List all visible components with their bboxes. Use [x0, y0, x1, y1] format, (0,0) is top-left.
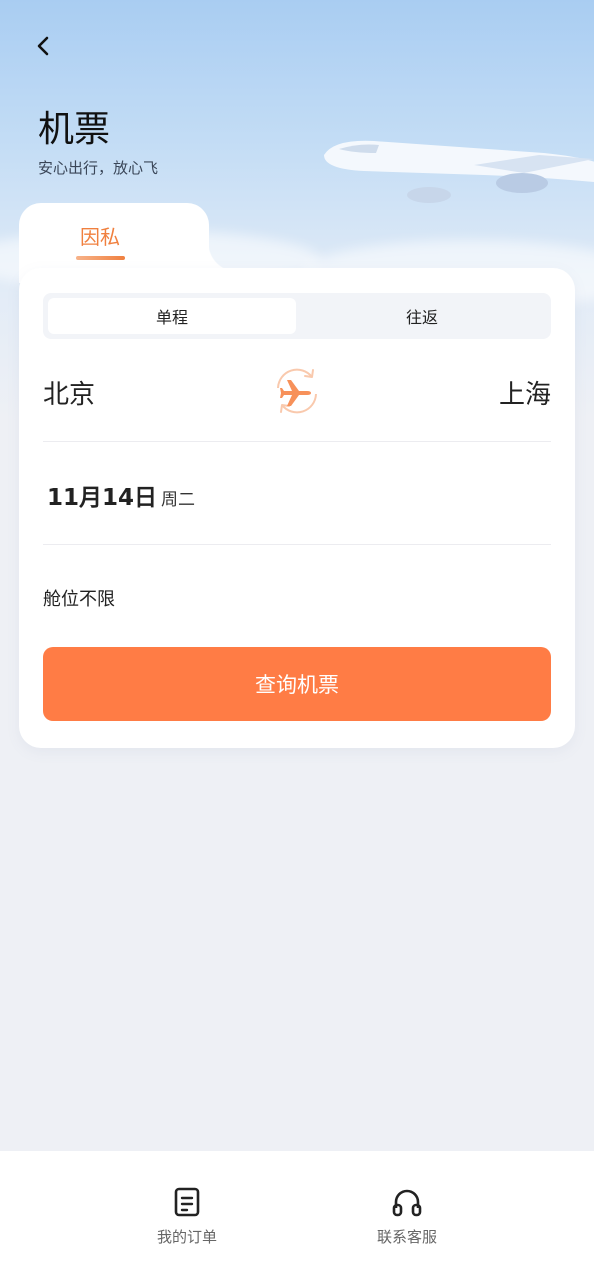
divider: [43, 441, 551, 442]
nav-label: 我的订单: [156, 1228, 217, 1246]
one-way-option[interactable]: 单程: [48, 298, 296, 334]
nav-my-orders[interactable]: 我的订单: [127, 1186, 247, 1247]
departure-date: 11月14日: [47, 485, 158, 511]
order-icon: [174, 1187, 200, 1217]
airplane-illustration: [324, 140, 594, 203]
page-title: 机票: [38, 109, 111, 150]
round-trip-option[interactable]: 往返: [298, 298, 546, 334]
nav-label: 联系客服: [376, 1228, 437, 1246]
page-subtitle: 安心出行，放心飞: [38, 159, 159, 177]
cabin-class-selector[interactable]: 舱位不限: [43, 585, 115, 611]
tab-private[interactable]: 因私: [80, 221, 120, 250]
nav-customer-service[interactable]: 联系客服: [347, 1186, 467, 1247]
divider: [43, 544, 551, 545]
departure-city[interactable]: 北京: [43, 374, 95, 411]
arrival-city[interactable]: 上海: [499, 374, 551, 411]
date-selector[interactable]: 11月14日 周二: [47, 478, 195, 512]
bottom-navigation: [0, 1151, 594, 1280]
departure-weekday: 周二: [161, 490, 196, 510]
back-arrow-icon[interactable]: [30, 32, 58, 60]
headset-icon: [392, 1189, 422, 1217]
tab-active-indicator: [76, 256, 125, 260]
trip-type-toggle: 单程 往返: [43, 293, 551, 339]
search-flights-button[interactable]: 查询机票: [43, 647, 551, 721]
swap-cities-icon[interactable]: [270, 364, 324, 418]
